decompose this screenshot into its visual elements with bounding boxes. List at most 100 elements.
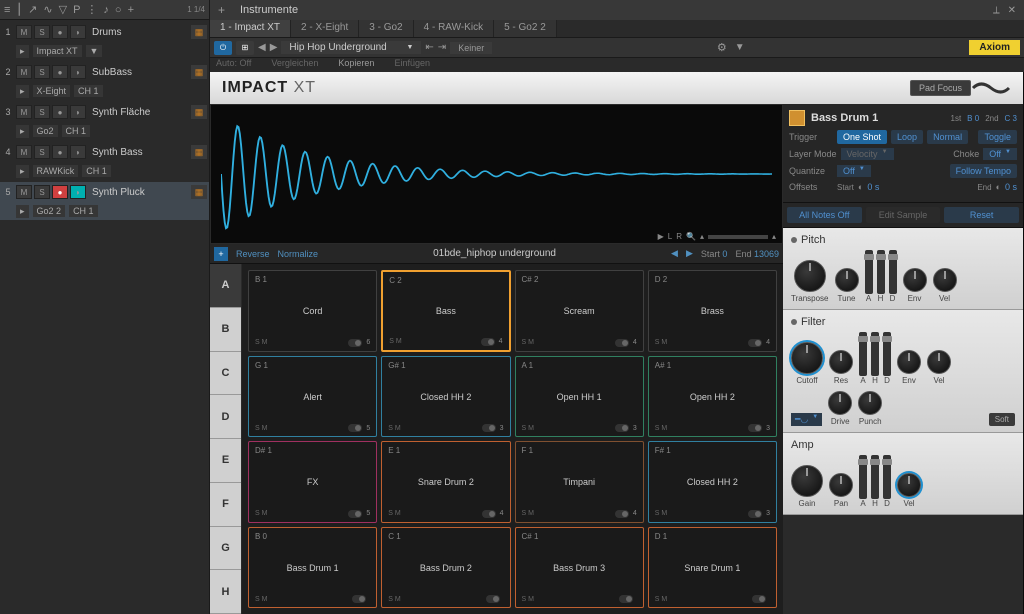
drum-pad[interactable]: D 2 Brass S M 4 <box>648 270 777 352</box>
drum-pad[interactable]: C 1 Bass Drum 2 S M <box>381 527 510 609</box>
mute-button[interactable]: M <box>16 65 32 79</box>
bank-button-d[interactable]: D <box>210 395 241 439</box>
pin-icon[interactable]: ⟂ <box>993 5 1000 16</box>
drum-pad[interactable]: B 1 Cord S M 6 <box>248 270 377 352</box>
instrument-icon[interactable]: ▦ <box>191 65 207 79</box>
sample-prev-button[interactable]: ◀ <box>671 248 678 259</box>
instrument-icon[interactable]: ▦ <box>191 185 207 199</box>
channel-select[interactable]: CH 1 <box>62 125 91 137</box>
solo-button[interactable]: S <box>34 105 50 119</box>
plugin-name[interactable]: Go2 <box>33 125 58 137</box>
pitch-a-slider[interactable] <box>865 250 873 294</box>
expand-icon[interactable]: ▸ <box>16 125 29 138</box>
tool-icon[interactable]: ▽ <box>59 3 67 16</box>
menu-icon[interactable]: ≡ <box>4 4 10 16</box>
all-notes-off-button[interactable]: All Notes Off <box>787 207 862 223</box>
gain-knob[interactable] <box>791 465 823 497</box>
filter-d-slider[interactable] <box>883 332 891 376</box>
pitch-env-knob[interactable] <box>903 268 927 292</box>
instrument-tab[interactable]: 2 - X-Eight <box>291 20 359 37</box>
bank-button-f[interactable]: F <box>210 483 241 527</box>
mute-button[interactable]: M <box>16 185 32 199</box>
instrument-icon[interactable]: ▦ <box>191 25 207 39</box>
close-icon[interactable]: ✕ <box>1008 5 1016 16</box>
pan-knob[interactable] <box>829 473 853 497</box>
tool-icon[interactable]: ⎮ <box>16 3 22 16</box>
instrument-icon[interactable]: ▦ <box>191 105 207 119</box>
zoom-icon[interactable]: 🔍 <box>686 232 696 241</box>
pitch-d-slider[interactable] <box>889 250 897 294</box>
solo-button[interactable]: S <box>34 185 50 199</box>
drum-pad[interactable]: F# 1 Closed HH 2 S M 3 <box>648 441 777 523</box>
monitor-button[interactable]: ◗ <box>70 185 86 199</box>
keiner-select[interactable]: Keiner <box>450 42 492 54</box>
drum-pad[interactable]: A# 1 Open HH 2 S M 3 <box>648 356 777 438</box>
bank-button-a[interactable]: A <box>210 264 241 308</box>
instrument-icon[interactable]: ▦ <box>191 145 207 159</box>
prev-preset-button[interactable]: ◀ <box>258 42 266 53</box>
filter-h-slider[interactable] <box>871 332 879 376</box>
add-sample-button[interactable]: + <box>214 247 228 261</box>
track-row[interactable]: 4 M S ● ◗ Synth Bass ▦ ▸ RAWKick CH 1 <box>0 142 209 180</box>
preset-left-button[interactable]: ⇤ <box>425 42 433 53</box>
track-row[interactable]: 5 M S ● ◗ Synth Pluck ▦ ▸ Go2 2 CH 1 <box>0 182 209 220</box>
res-knob[interactable] <box>829 350 853 374</box>
drum-pad[interactable]: B 0 Bass Drum 1 S M <box>248 527 377 609</box>
transpose-knob[interactable] <box>794 260 826 292</box>
pad-focus-button[interactable]: Pad Focus <box>910 80 971 96</box>
follow-tempo-button[interactable]: Follow Tempo <box>950 164 1017 178</box>
amp-vel-knob[interactable] <box>897 473 921 497</box>
tool-icon[interactable]: ○ <box>115 4 122 16</box>
zoom-slider[interactable] <box>708 235 768 239</box>
channel-select[interactable]: CH 1 <box>74 85 103 97</box>
track-row[interactable]: 2 M S ● ◗ SubBass ▦ ▸ X-Eight CH 1 <box>0 62 209 100</box>
bank-button-e[interactable]: E <box>210 439 241 483</box>
drum-pad[interactable]: G 1 Alert S M 5 <box>248 356 377 438</box>
compare-button[interactable]: Vergleichen <box>271 58 318 72</box>
soft-button[interactable]: Soft <box>989 413 1015 426</box>
plugin-name[interactable]: Impact XT <box>33 45 82 57</box>
monitor-button[interactable]: ◗ <box>70 65 86 79</box>
preset-select[interactable]: Hip Hop Underground <box>281 41 421 54</box>
preset-right-button[interactable]: ⇥ <box>438 42 446 53</box>
normalize-button[interactable]: Normalize <box>278 249 319 259</box>
axiom-button[interactable]: Axiom <box>969 40 1020 55</box>
oneshot-button[interactable]: One Shot <box>837 130 887 144</box>
channel-select[interactable]: CH 1 <box>82 165 111 177</box>
tool-icon[interactable]: ♪ <box>103 4 109 16</box>
instrument-tab[interactable]: 5 - Go2 2 <box>494 20 557 37</box>
tool-icon[interactable]: ↗ <box>28 3 37 16</box>
drum-pad[interactable]: C 2 Bass S M 4 <box>381 270 510 352</box>
amp-a-slider[interactable] <box>859 455 867 499</box>
edit-sample-button[interactable]: Edit Sample <box>866 207 941 223</box>
record-button[interactable]: ● <box>52 145 68 159</box>
solo-button[interactable]: S <box>34 25 50 39</box>
reverse-button[interactable]: Reverse <box>236 249 270 259</box>
filter-a-slider[interactable] <box>859 332 867 376</box>
power-button[interactable]: ⏻ <box>214 41 232 55</box>
play-icon[interactable]: ▶ <box>658 232 664 241</box>
offset-end-value[interactable]: 0 s <box>1005 182 1017 192</box>
bank-button-b[interactable]: B <box>210 308 241 352</box>
reset-button[interactable]: Reset <box>944 207 1019 223</box>
paste-button[interactable]: Einfügen <box>394 58 430 72</box>
filter-vel-knob[interactable] <box>927 350 951 374</box>
pitch-vel-knob[interactable] <box>933 268 957 292</box>
monitor-button[interactable]: ◗ <box>70 105 86 119</box>
expand-icon[interactable]: ▸ <box>16 205 29 218</box>
track-row[interactable]: 3 M S ● ◗ Synth Fläche ▦ ▸ Go2 CH 1 <box>0 102 209 140</box>
punch-knob[interactable] <box>858 391 882 415</box>
instrument-tab[interactable]: 1 - Impact XT <box>210 20 291 37</box>
cutoff-knob[interactable] <box>791 342 823 374</box>
drum-pad[interactable]: E 1 Snare Drum 2 S M 4 <box>381 441 510 523</box>
loop-button[interactable]: Loop <box>891 130 923 144</box>
bank-button-c[interactable]: C <box>210 352 241 396</box>
monitor-button[interactable]: ◗ <box>70 145 86 159</box>
mute-button[interactable]: M <box>16 105 32 119</box>
record-button[interactable]: ● <box>52 105 68 119</box>
expand-icon[interactable]: ▸ <box>16 165 29 178</box>
pitch-h-slider[interactable] <box>877 250 885 294</box>
tool-icon[interactable]: + <box>128 4 134 16</box>
sample-next-button[interactable]: ▶ <box>686 248 693 259</box>
copy-button[interactable]: Kopieren <box>338 58 374 72</box>
